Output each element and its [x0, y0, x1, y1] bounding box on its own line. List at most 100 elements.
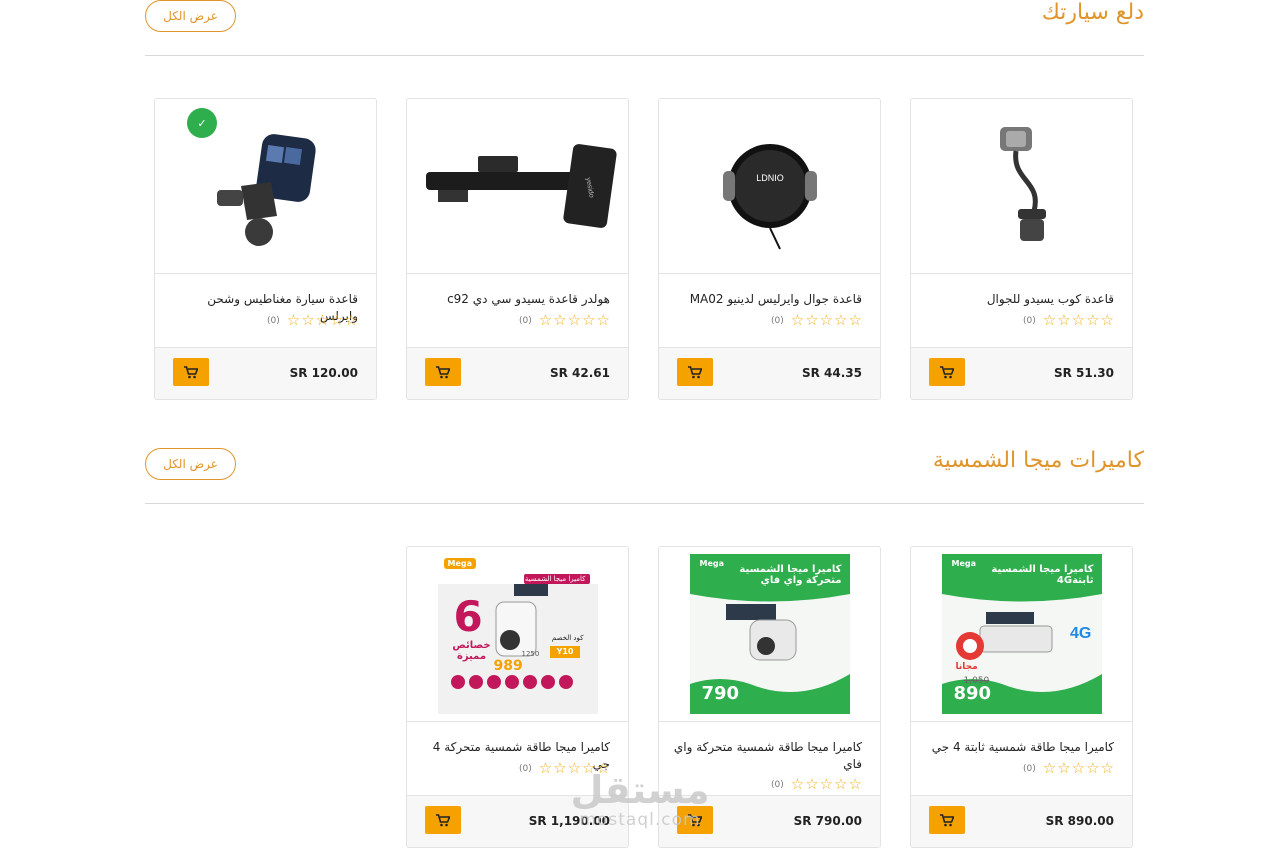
- star-icon: ☆: [805, 775, 819, 793]
- star-icon: ☆: [805, 311, 819, 329]
- product-name[interactable]: قاعدة كوب يسيدو للجوال: [925, 291, 1114, 308]
- star-icon: ☆: [538, 311, 553, 329]
- product-card[interactable]: قاعدة كوب يسيدو للجوال ☆ ☆ ☆ ☆ ☆ (0) SR 51.3…: [910, 98, 1133, 400]
- product-card[interactable]: 4G Mega كاميرا ميجا الشمسية ثابتة4G 4G م…: [910, 546, 1133, 848]
- promo-old-price: 1250: [521, 650, 540, 658]
- star-icon: ☆: [1071, 759, 1086, 777]
- product-image[interactable]: Mega كاميرا ميجا الشمسية متحركة واي فاي …: [659, 547, 880, 722]
- star-icon: ☆: [819, 775, 834, 793]
- star-icon: ☆: [553, 311, 567, 329]
- promo-banner: Mega كاميرا ميجا الشمسية متحركة واي فاي …: [689, 554, 850, 714]
- view-all-button[interactable]: عرض الكل: [145, 0, 236, 32]
- product-image[interactable]: [911, 99, 1132, 274]
- star-icon: ☆: [315, 311, 330, 329]
- product-name[interactable]: كاميرا ميجا طاقة شمسية متحركة واي فاي: [673, 739, 862, 773]
- add-to-cart-button[interactable]: [929, 806, 965, 834]
- product-price: SR 44.35: [801, 366, 862, 380]
- star-icon: ☆: [790, 775, 805, 793]
- product-price: SR 51.30: [1053, 366, 1114, 380]
- product-image[interactable]: 4G Mega كاميرا ميجا الشمسية ثابتة4G 4G م…: [911, 547, 1132, 722]
- rating-count: (0): [1022, 763, 1036, 774]
- add-to-cart-button[interactable]: [677, 806, 713, 834]
- product-image[interactable]: LDNIO: [659, 99, 880, 274]
- mega-logo: Mega: [695, 558, 729, 569]
- cart-icon: [436, 813, 450, 826]
- add-to-cart-button[interactable]: [425, 358, 461, 386]
- promo-price: 790: [701, 683, 740, 704]
- promo-headline: كاميرا ميجا الشمسية: [524, 575, 586, 583]
- star-icon: ☆: [301, 311, 315, 329]
- product-image[interactable]: ✓: [155, 99, 376, 274]
- product-price: SR 890.00: [1045, 814, 1114, 828]
- promo-free: مجانا: [955, 662, 978, 672]
- product-rating: ☆ ☆ ☆ ☆ ☆ (0): [771, 777, 862, 792]
- star-icon: ☆: [344, 311, 358, 329]
- add-to-cart-button[interactable]: [425, 806, 461, 834]
- promo-price: 890: [953, 683, 992, 704]
- product-card[interactable]: yesido هولدر قاعدة يسيدو سي دي c92 ☆ ☆ ☆ ☆ ☆…: [406, 98, 629, 400]
- star-icon: ☆: [848, 311, 862, 329]
- star-icon: ☆: [1071, 311, 1086, 329]
- promo-big-number: 6: [453, 592, 483, 641]
- section-title: دلع سيارتك: [1041, 0, 1144, 25]
- section-header: دلع سيارتك عرض الكل: [145, 0, 1144, 56]
- card-footer: SR 790.00: [659, 795, 880, 847]
- product-card[interactable]: LDNIO قاعدة جوال وايرليس لدينيو MA02 ☆ ☆ ☆…: [658, 98, 881, 400]
- cart-icon: [940, 813, 954, 826]
- product-card[interactable]: ✓ قاعدة سيارة مغناطيس وشحن وايرلس ☆ ☆ ☆ ☆ ☆ …: [154, 98, 377, 400]
- section-header: كاميرات ميجا الشمسية عرض الكل: [145, 440, 1144, 504]
- add-to-cart-button[interactable]: [173, 358, 209, 386]
- star-icon: ☆: [596, 311, 610, 329]
- mega-logo: Mega: [947, 558, 981, 569]
- star-icon: ☆: [834, 775, 848, 793]
- product-name[interactable]: هولدر قاعدة يسيدو سي دي c92: [421, 291, 610, 308]
- section-title: كاميرات ميجا الشمسية: [932, 448, 1144, 473]
- promo-code-label: كود الخصم: [551, 634, 584, 642]
- card-footer: SR 42.61: [407, 347, 628, 399]
- star-icon: ☆: [567, 759, 582, 777]
- product-rating: ☆ ☆ ☆ ☆ ☆ (0): [267, 313, 358, 328]
- card-footer: SR 1,190.00: [407, 795, 628, 847]
- add-to-cart-button[interactable]: [677, 358, 713, 386]
- view-all-button[interactable]: عرض الكل: [145, 448, 236, 480]
- product-image[interactable]: Mega كاميرا ميجا الشمسية 6 خصائص مميزة ك…: [407, 547, 628, 722]
- star-icon: ☆: [1042, 759, 1057, 777]
- star-icon: ☆: [790, 311, 805, 329]
- product-price: SR 1,190.00: [528, 814, 610, 828]
- promo-features: خصائص مميزة: [452, 640, 491, 662]
- rating-count: (0): [518, 315, 532, 326]
- card-footer: SR 44.35: [659, 347, 880, 399]
- star-icon: ☆: [286, 311, 301, 329]
- rating-count: (0): [518, 763, 532, 774]
- star-icon: ☆: [1057, 759, 1071, 777]
- product-card[interactable]: Mega كاميرا ميجا الشمسية 6 خصائص مميزة ك…: [406, 546, 629, 848]
- product-price: SR 120.00: [289, 366, 358, 380]
- svg-text:LDNIO: LDNIO: [756, 173, 784, 183]
- star-icon: ☆: [330, 311, 344, 329]
- add-to-cart-button[interactable]: [929, 358, 965, 386]
- star-icon: ☆: [1042, 311, 1057, 329]
- star-icon: ☆: [582, 311, 596, 329]
- rating-count: (0): [1022, 315, 1036, 326]
- star-icon: ☆: [1100, 759, 1114, 777]
- star-icon: ☆: [848, 775, 862, 793]
- star-icon: ☆: [1100, 311, 1114, 329]
- cart-icon: [940, 365, 954, 378]
- star-icon: ☆: [834, 311, 848, 329]
- cart-icon: [688, 813, 702, 826]
- offer-badge-icon: ✓: [187, 108, 217, 138]
- product-name[interactable]: قاعدة جوال وايرليس لدينيو MA02: [673, 291, 862, 308]
- product-rating: ☆ ☆ ☆ ☆ ☆ (0): [771, 313, 862, 328]
- promo-banner: 4G Mega كاميرا ميجا الشمسية ثابتة4G 4G م…: [941, 554, 1102, 714]
- product-price: SR 790.00: [793, 814, 862, 828]
- star-icon: ☆: [819, 311, 834, 329]
- card-footer: SR 51.30: [911, 347, 1132, 399]
- product-card[interactable]: Mega كاميرا ميجا الشمسية متحركة واي فاي …: [658, 546, 881, 848]
- product-rating: ☆ ☆ ☆ ☆ ☆ (0): [1023, 313, 1114, 328]
- star-icon: ☆: [553, 759, 567, 777]
- cart-icon: [436, 365, 450, 378]
- product-name[interactable]: كاميرا ميجا طاقة شمسية ثابتة 4 جي: [925, 739, 1114, 756]
- product-rating: ☆ ☆ ☆ ☆ ☆ (0): [519, 761, 610, 776]
- star-icon: ☆: [1086, 759, 1100, 777]
- product-image[interactable]: yesido: [407, 99, 628, 274]
